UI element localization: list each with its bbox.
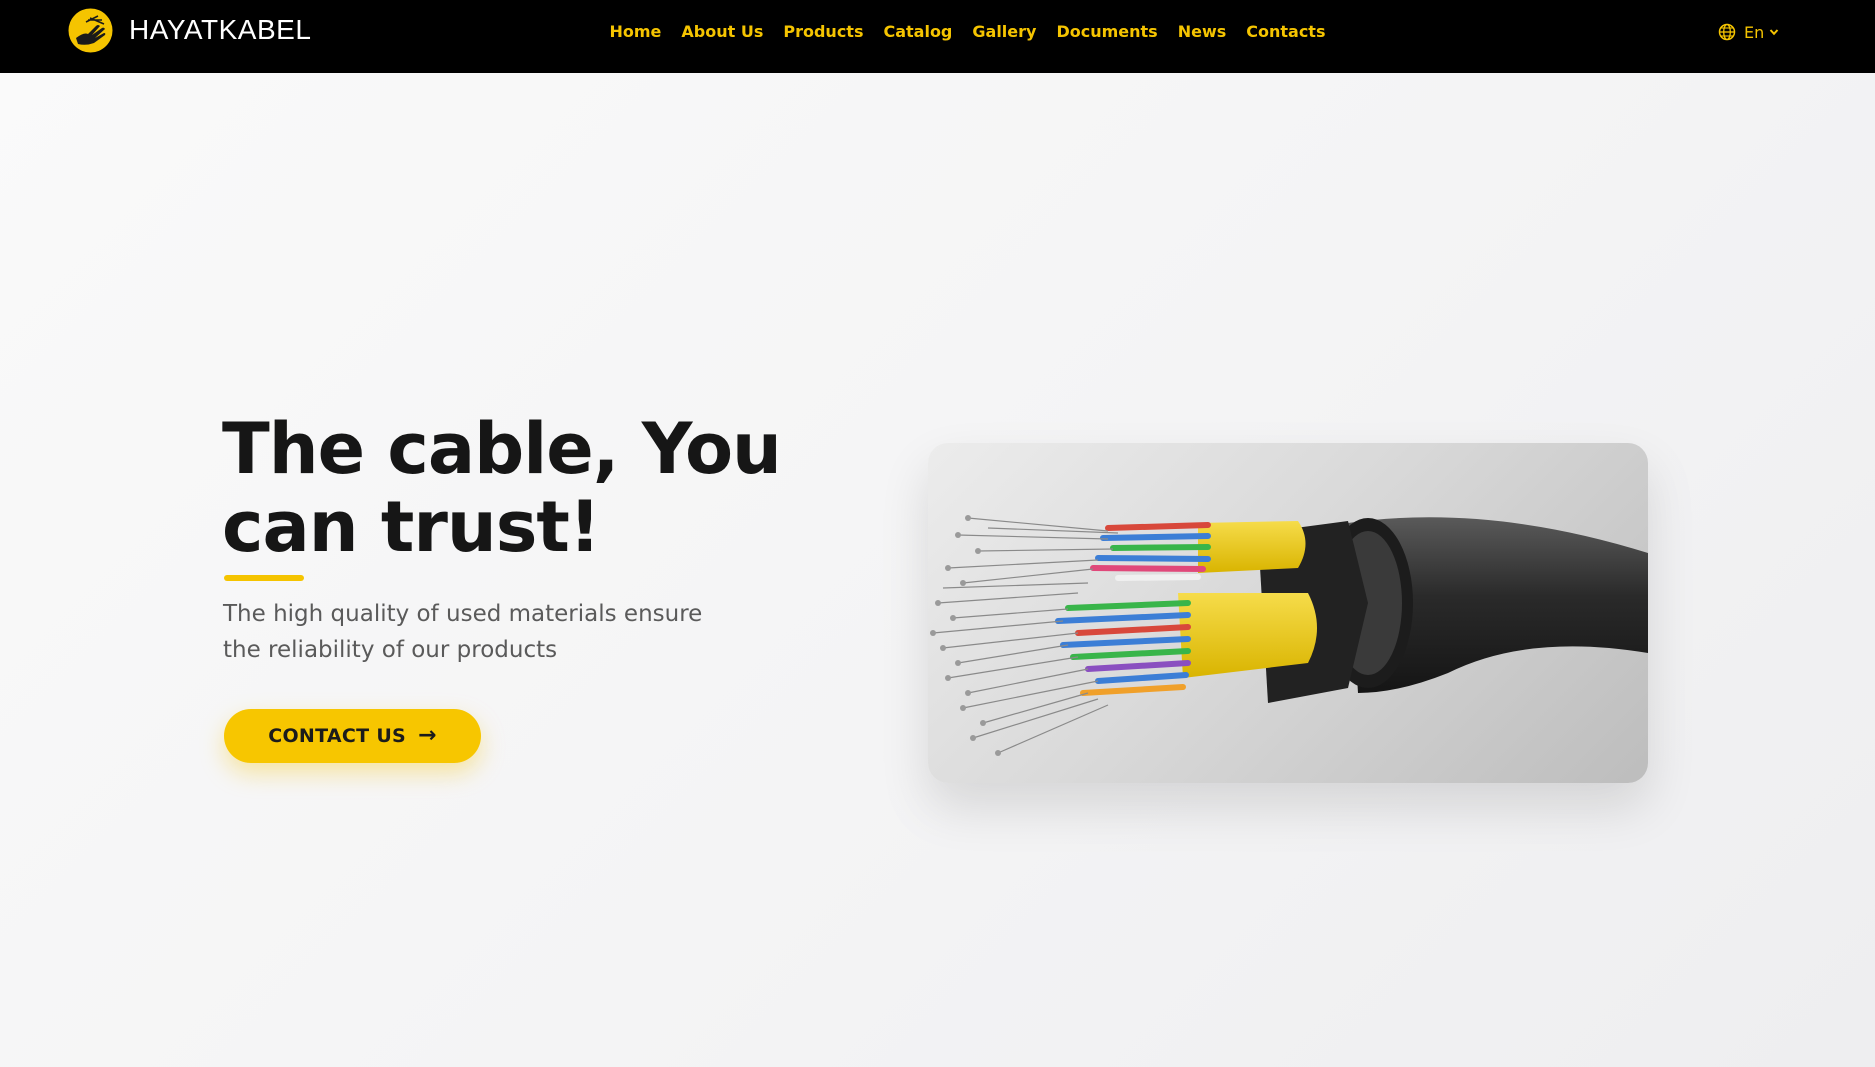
hero-subtitle: The high quality of used materials ensur…	[223, 596, 783, 668]
arrow-right-icon: →	[418, 723, 437, 748]
globe-icon	[1718, 23, 1736, 41]
main-nav: Home About Us Products Catalog Gallery D…	[0, 0, 1875, 63]
hero-title-line-2: can trust!	[222, 486, 601, 568]
hero-subtitle-line-2: the reliability of our products	[223, 637, 558, 663]
nav-item-products[interactable]: Products	[783, 22, 863, 41]
contact-us-button[interactable]: CONTACT US →	[224, 709, 481, 763]
title-underline	[224, 575, 304, 581]
language-selector[interactable]: En	[1718, 20, 1779, 44]
chevron-down-icon	[1770, 29, 1779, 36]
nav-item-about-us[interactable]: About Us	[681, 22, 763, 41]
fiber-optic-cable-image	[928, 443, 1648, 783]
nav-item-news[interactable]: News	[1178, 22, 1227, 41]
hero-subtitle-line-1: The high quality of used materials ensur…	[223, 601, 703, 627]
contact-us-label: CONTACT US	[268, 725, 407, 747]
nav-item-gallery[interactable]: Gallery	[972, 22, 1036, 41]
hero-title-line-1: The cable, You	[222, 408, 782, 490]
cable-illustration	[930, 515, 1648, 756]
language-label: En	[1744, 22, 1765, 42]
nav-item-home[interactable]: Home	[610, 22, 662, 41]
hero-title: The cable, You can trust!	[222, 410, 862, 566]
nav-item-documents[interactable]: Documents	[1056, 22, 1157, 41]
nav-item-catalog[interactable]: Catalog	[883, 22, 952, 41]
nav-item-contacts[interactable]: Contacts	[1246, 22, 1325, 41]
top-navbar: HAYATKABEL Home About Us Products Catalo…	[0, 0, 1875, 73]
